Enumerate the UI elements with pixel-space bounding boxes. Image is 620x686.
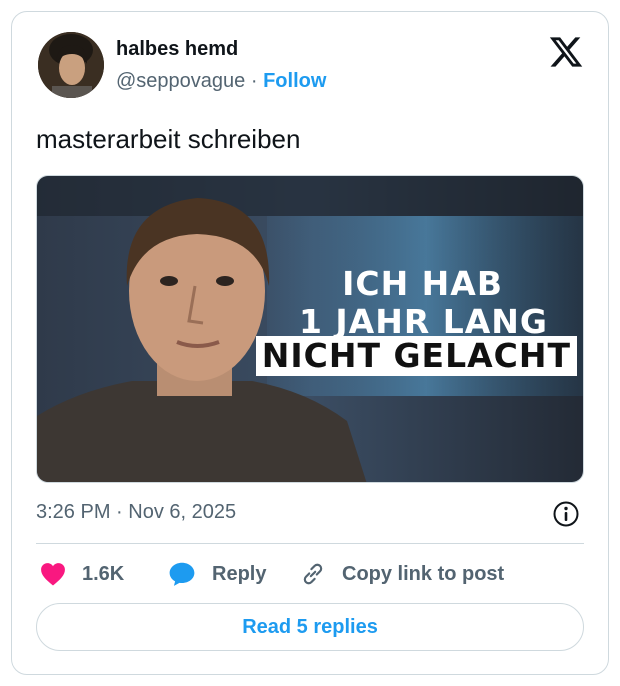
media-image[interactable]: ICH HAB 1 JAHR LANG NICHT GELACHT <box>36 175 584 483</box>
link-icon <box>303 563 323 585</box>
divider <box>36 543 584 544</box>
media-caption-line-1: ICH HAB <box>342 264 503 303</box>
separator: · <box>250 70 258 92</box>
read-replies-button[interactable]: Read 5 replies <box>36 603 584 651</box>
tweet-text: masterarbeit schreiben <box>36 124 301 154</box>
copy-link-button[interactable]: Copy link to post <box>300 559 504 589</box>
info-icon[interactable] <box>552 500 580 528</box>
x-logo-icon[interactable] <box>548 34 584 70</box>
like-button[interactable]: 1.6K <box>40 559 124 589</box>
tweet-timestamp[interactable]: 3:26 PM · Nov 6, 2025 <box>36 501 236 524</box>
author-name[interactable]: halbes hemd <box>116 38 238 61</box>
avatar[interactable] <box>38 32 104 98</box>
speech-bubble-icon <box>169 562 195 586</box>
follow-button[interactable]: Follow <box>263 70 326 92</box>
reply-button[interactable]: Reply <box>168 559 266 589</box>
author-handle[interactable]: @seppovague <box>116 70 245 92</box>
author-meta: @seppovague · Follow <box>116 70 326 93</box>
like-count: 1.6K <box>82 562 125 585</box>
heart-icon <box>41 563 65 586</box>
tweet-card: halbes hemd @seppovague · Follow mastera… <box>11 11 609 675</box>
reply-label: Reply <box>212 562 267 585</box>
media-caption-line-3: NICHT GELACHT <box>255 336 577 376</box>
copy-link-label: Copy link to post <box>342 562 505 585</box>
